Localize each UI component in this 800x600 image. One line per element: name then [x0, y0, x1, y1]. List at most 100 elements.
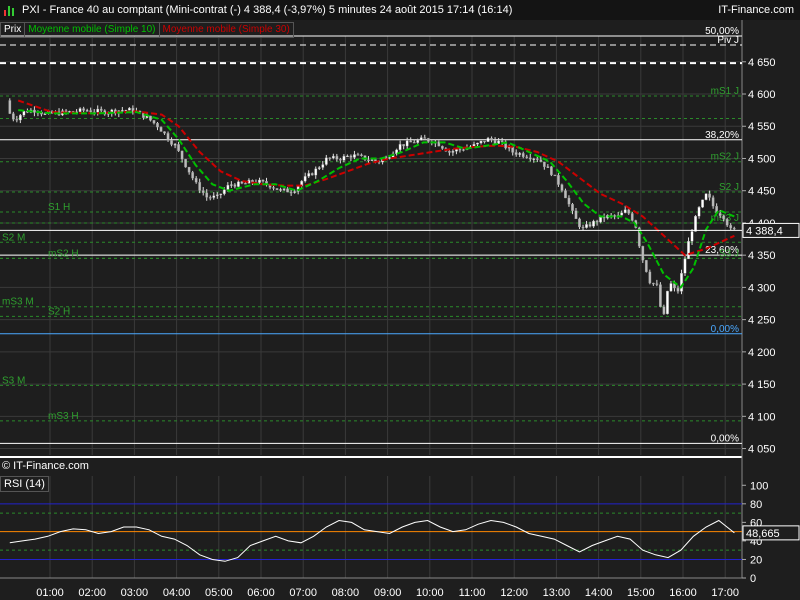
- candle-body: [669, 283, 673, 292]
- candle-body: [191, 172, 195, 179]
- candle-body: [694, 215, 697, 232]
- price-tick-label: 4 100: [748, 411, 776, 423]
- candle-body: [289, 191, 293, 194]
- candle-body: [641, 245, 645, 261]
- time-tick-label: 15:00: [627, 587, 655, 599]
- candle-body: [535, 158, 539, 160]
- candle-body: [156, 122, 159, 128]
- time-tick-label: 06:00: [247, 587, 275, 599]
- candle-body: [184, 159, 187, 168]
- candle-body: [595, 220, 599, 223]
- time-tick-label: 05:00: [205, 587, 233, 599]
- candle: [630, 212, 634, 222]
- candle-body: [532, 158, 536, 160]
- candle-body: [258, 179, 261, 183]
- level-label: mS2 J: [711, 152, 739, 163]
- legend-ma30[interactable]: Moyenne mobile (Simple 30): [158, 22, 294, 38]
- chart-title: PXI - France 40 au comptant (Mini-contra…: [22, 4, 513, 16]
- time-tick-label: 12:00: [500, 587, 528, 599]
- candle-body: [711, 197, 715, 207]
- time-tick-label: 03:00: [121, 587, 149, 599]
- candle: [648, 269, 652, 285]
- candle-body: [662, 306, 666, 315]
- candle-body: [310, 173, 314, 176]
- candle-body: [82, 108, 85, 111]
- time-tick-label: 11:00: [459, 587, 486, 599]
- candle-body: [630, 213, 634, 221]
- candle-body: [342, 155, 346, 161]
- candle-body: [149, 115, 152, 121]
- candle-body: [426, 138, 430, 142]
- copyright-label: © IT-Finance.com: [2, 460, 89, 472]
- rsi-tick-label: 80: [750, 499, 762, 511]
- candle-body: [539, 159, 543, 163]
- candle-body: [272, 187, 275, 189]
- candle-body: [451, 151, 455, 153]
- candle-body: [346, 155, 349, 158]
- price-tick-label: 4 500: [748, 153, 776, 165]
- rsi-panel-label[interactable]: RSI (14): [0, 476, 49, 492]
- candle-body: [261, 179, 265, 182]
- candle-body: [701, 199, 704, 208]
- candle-body: [360, 154, 363, 156]
- candle-body: [349, 155, 353, 158]
- level-label: mS3 M: [2, 297, 34, 308]
- candle-body: [521, 153, 525, 157]
- level-label: S2 H: [48, 306, 70, 317]
- candle-body: [708, 193, 711, 198]
- candle-body: [275, 188, 279, 190]
- candle: [159, 126, 163, 132]
- candle-body: [286, 188, 289, 193]
- candle-body: [388, 157, 391, 159]
- candle: [659, 282, 662, 308]
- legend-price[interactable]: Prix: [0, 22, 26, 38]
- price-tick-label: 4 600: [748, 89, 776, 101]
- candle-body: [648, 271, 652, 284]
- title-bar: PXI - France 40 au comptant (Mini-contra…: [0, 0, 800, 20]
- candle-body: [514, 152, 518, 155]
- candle-body: [324, 157, 328, 165]
- candle-body: [331, 155, 335, 159]
- candle-body: [511, 147, 515, 153]
- candle: [694, 215, 697, 232]
- rsi-tick-label: 20: [750, 554, 762, 566]
- candle-body: [317, 167, 321, 169]
- candle-body: [356, 154, 360, 156]
- candle-body: [652, 282, 655, 285]
- candle-body: [585, 224, 588, 228]
- candle-body: [440, 145, 444, 149]
- time-tick-label: 08:00: [332, 587, 360, 599]
- candle-body: [163, 131, 166, 134]
- candle-body: [173, 144, 177, 146]
- price-tick-label: 4 650: [748, 57, 776, 69]
- candle-body: [423, 137, 427, 139]
- price-tick-label: 4 250: [748, 315, 776, 327]
- candle-body: [732, 227, 736, 230]
- time-tick-label: 01:00: [36, 587, 64, 599]
- candle-body: [177, 144, 180, 152]
- candle-body: [187, 166, 191, 173]
- candle-body: [419, 137, 423, 141]
- candle-body: [729, 225, 733, 229]
- candle-body: [550, 166, 553, 176]
- level-label: S2 M: [2, 232, 25, 243]
- level-label: mS3 H: [48, 411, 79, 422]
- candle-body: [659, 284, 662, 307]
- candle-body: [335, 155, 339, 160]
- rsi-tick-label: 0: [750, 573, 756, 585]
- candle-body: [557, 175, 560, 185]
- chart-type-icon[interactable]: [4, 4, 14, 16]
- candle-body: [666, 290, 669, 315]
- legend-ma10[interactable]: Moyenne mobile (Simple 10): [24, 22, 160, 38]
- candle-body: [405, 140, 409, 147]
- candle-body: [307, 173, 311, 177]
- candle-body: [170, 140, 173, 145]
- candle-body: [128, 107, 131, 111]
- candle-body: [676, 287, 680, 292]
- candle-body: [78, 108, 82, 112]
- candle: [550, 165, 553, 177]
- candle-body: [613, 215, 617, 217]
- candle-body: [233, 184, 237, 187]
- level-label: S1 H: [48, 202, 70, 213]
- candle-body: [697, 207, 701, 217]
